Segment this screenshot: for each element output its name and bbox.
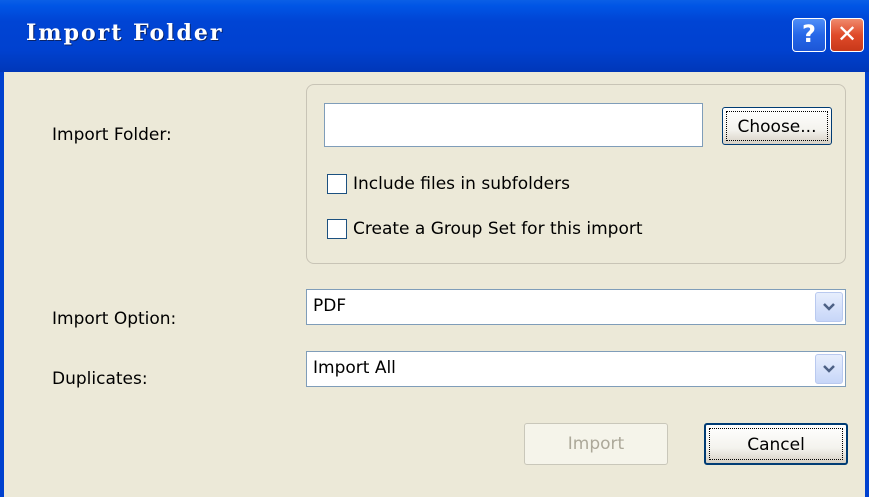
duplicates-dropdown-button[interactable] [815, 354, 843, 384]
import-button[interactable]: Import [524, 423, 668, 465]
help-button[interactable]: ? [792, 18, 826, 52]
close-icon: ✕ [836, 20, 858, 48]
chevron-down-icon [823, 303, 835, 311]
import-option-select[interactable]: PDF [306, 289, 846, 325]
duplicates-value: Import All [313, 358, 396, 378]
choose-button[interactable]: Choose... [722, 107, 832, 145]
choose-button-label: Choose... [726, 111, 828, 141]
title-bar[interactable]: Import Folder ? ✕ [0, 0, 869, 72]
include-subfolders-option[interactable]: Include files in subfolders [327, 174, 570, 194]
include-subfolders-label: Include files in subfolders [353, 174, 570, 194]
import-option-value: PDF [313, 296, 347, 316]
group-set-checkbox[interactable] [327, 219, 347, 239]
import-option-label: Import Option: [52, 309, 177, 329]
include-subfolders-checkbox[interactable] [327, 174, 347, 194]
close-button[interactable]: ✕ [830, 18, 864, 52]
group-set-option[interactable]: Create a Group Set for this import [327, 219, 643, 239]
duplicates-label: Duplicates: [52, 369, 148, 389]
folder-path-input[interactable] [324, 103, 703, 147]
window-title: Import Folder [26, 20, 224, 46]
duplicates-select[interactable]: Import All [306, 351, 846, 387]
cancel-button[interactable]: Cancel [704, 423, 848, 465]
help-icon: ? [802, 20, 816, 48]
import-folder-dialog: Import Folder ? ✕ Import Folder: Choose.… [0, 0, 869, 497]
window-frame-right [865, 72, 869, 497]
cancel-button-label: Cancel [709, 428, 843, 460]
import-folder-label: Import Folder: [52, 125, 172, 145]
group-set-label: Create a Group Set for this import [353, 219, 643, 239]
chevron-down-icon [823, 365, 835, 373]
window-frame-left [0, 72, 4, 497]
import-option-dropdown-button[interactable] [815, 292, 843, 322]
